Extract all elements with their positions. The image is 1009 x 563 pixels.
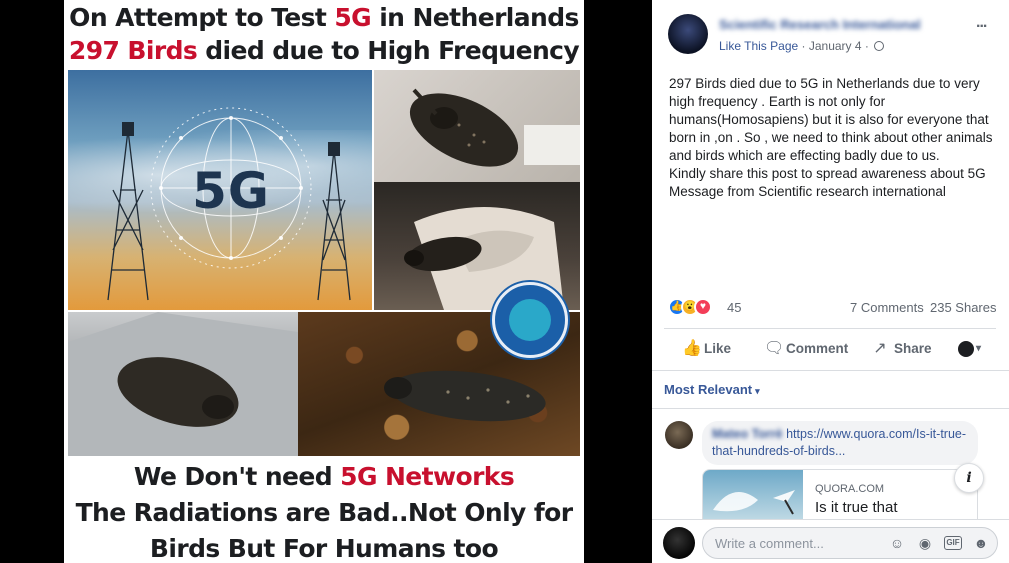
reactions-summary: 👍 😮 ♥ 45 7 Comments 235 Shares — [668, 296, 998, 320]
poster-5g-label: 5G — [192, 162, 270, 220]
poster-watermark-seal — [492, 282, 568, 358]
globe-icon — [874, 41, 885, 51]
comment-composer: ☺ ◉ GIF ☻ — [652, 519, 1009, 563]
divider — [652, 370, 1009, 371]
post-as-selector[interactable]: ▾ — [958, 340, 981, 358]
commenter-avatar[interactable] — [665, 421, 693, 449]
poster-footer-line-2: The Radiations are Bad..Not Only for — [75, 498, 573, 527]
poster-footer-line-3: Birds But For Humans too — [149, 534, 499, 563]
comments-list: Mateo Torrè https://www.quora.com/Is-it-… — [652, 409, 1009, 519]
chevron-down-icon: ▾ — [755, 386, 760, 396]
media-viewer: On Attempt to Test 5G in Netherlands 297… — [0, 0, 652, 563]
poster-headline: On Attempt to Test 5G in Netherlands 297… — [64, 0, 584, 70]
love-reaction-icon: ♥ — [694, 298, 712, 316]
poster-bird-photo-3 — [68, 312, 298, 456]
like-page-link[interactable]: Like This Page — [719, 39, 798, 53]
post-header: Scientific Research International Like T… — [652, 0, 1009, 66]
post-action-bar: 👍 Like 🗨 Comment ↗ Share ▾ — [664, 330, 996, 368]
speech-bubble-icon: 🗨 — [764, 340, 785, 357]
thumbs-up-icon: 👍 — [682, 340, 702, 357]
profile-avatar-icon — [958, 341, 974, 358]
poster-headline-line-2: 297 Birds died due to High Frequency — [68, 36, 580, 65]
gif-icon[interactable]: GIF — [944, 536, 962, 550]
post-text-paragraph-3: Message from Scientific research interna… — [669, 184, 946, 199]
info-icon[interactable]: i — [954, 463, 984, 493]
link-preview-title: Is it true that — [815, 499, 898, 516]
like-button[interactable]: 👍 Like — [682, 330, 731, 368]
post-date[interactable]: January 4 — [809, 39, 862, 53]
link-preview-card[interactable]: QUORA.COM Is it true that — [702, 469, 978, 519]
page-avatar[interactable] — [668, 14, 708, 54]
current-user-avatar — [663, 527, 695, 559]
comment-sort-dropdown[interactable]: Most Relevant ▾ — [664, 382, 760, 397]
reaction-icons[interactable]: 👍 😮 ♥ — [668, 298, 724, 318]
post-meta: Like This Page · January 4 · — [719, 39, 885, 53]
comment-button[interactable]: 🗨 Comment — [764, 330, 848, 368]
post-image[interactable]: On Attempt to Test 5G in Netherlands 297… — [64, 0, 584, 563]
poster-footer-line-1: We Don't need 5G Networks — [133, 462, 515, 491]
comment-bubble: Mateo Torrè https://www.quora.com/Is-it-… — [702, 421, 978, 465]
commenter-name-link[interactable]: Mateo Torrè — [712, 427, 783, 441]
post-text-paragraph-2: Kindly share this post to spread awarene… — [669, 166, 986, 181]
page-name-link[interactable]: Scientific Research International — [719, 17, 939, 31]
sticker-icon[interactable]: ☻ — [972, 534, 990, 552]
reaction-count[interactable]: 45 — [727, 300, 741, 315]
share-arrow-icon: ↗ — [873, 340, 887, 357]
link-preview-image — [703, 470, 803, 519]
poster-footer: We Don't need 5G Networks The Radiations… — [64, 456, 584, 563]
share-button[interactable]: ↗ Share — [872, 330, 931, 368]
poster-headline-line-1: On Attempt to Test 5G in Netherlands — [69, 3, 579, 32]
shares-count-link[interactable]: 235 Shares — [930, 300, 997, 315]
post-text-paragraph-1: 297 Birds died due to 5G in Netherlands … — [669, 76, 993, 163]
chevron-down-icon: ▾ — [976, 343, 982, 355]
comments-count-link[interactable]: 7 Comments — [850, 300, 924, 315]
poster-5g-tower-panel: 5G — [68, 70, 372, 310]
emoji-icon[interactable]: ☺ — [888, 534, 906, 552]
camera-icon[interactable]: ◉ — [916, 534, 934, 552]
more-options-icon[interactable]: ... — [976, 14, 987, 32]
poster-bird-photo-1 — [374, 70, 580, 182]
post-text: 297 Birds died due to 5G in Netherlands … — [669, 75, 999, 201]
link-preview-domain: QUORA.COM — [815, 483, 885, 495]
post-sidebar: Scientific Research International Like T… — [652, 0, 1009, 563]
divider — [664, 328, 996, 329]
